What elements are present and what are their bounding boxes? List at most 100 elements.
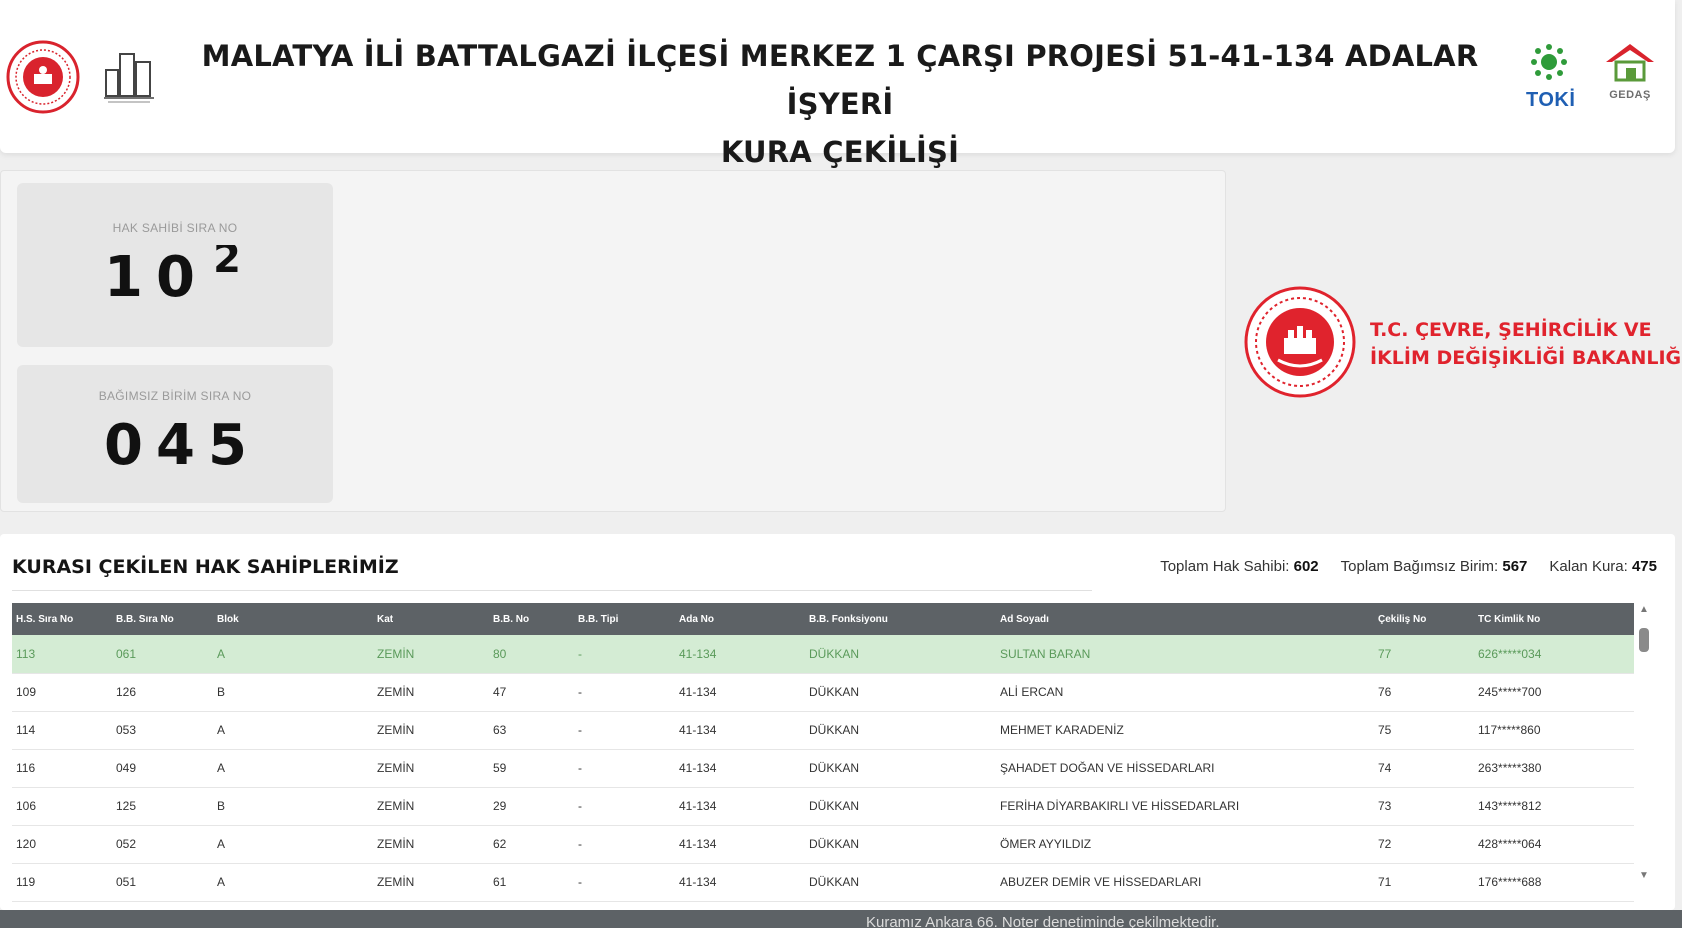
scroll-down-arrow-icon[interactable]: ▼ (1638, 870, 1650, 882)
column-header[interactable]: B.B. Tipi (574, 603, 675, 635)
gedas-label: GEDAŞ (1609, 89, 1651, 101)
table-cell: 61 (489, 863, 574, 902)
table-scrollbar[interactable]: ▲ ▼ (1636, 604, 1652, 882)
table-cell: - (574, 673, 675, 712)
table-cell: DÜKKAN (805, 711, 996, 750)
emblem-seal-icon (6, 40, 80, 114)
table-cell: A (213, 711, 373, 750)
ministry-name-line1: T.C. ÇEVRE, ŞEHİRCİLİK VE (1370, 319, 1652, 341)
table-cell: 41-134 (675, 673, 805, 712)
table-cell: A (213, 863, 373, 902)
results-table-container[interactable]: H.S. Sıra No B.B. Sıra No Blok Kat B.B. … (12, 603, 1634, 905)
table-cell: DÜKKAN (805, 673, 996, 712)
results-table: H.S. Sıra No B.B. Sıra No Blok Kat B.B. … (12, 603, 1634, 902)
column-header[interactable]: Çekiliş No (1374, 603, 1474, 635)
table-cell: DÜKKAN (805, 635, 996, 674)
table-row[interactable]: 106 125 B ZEMİN 29-41-134 DÜKKAN FERİHA DİYARB… (12, 787, 1634, 826)
table-cell: 116 (12, 749, 112, 788)
table-cell: FERİHA DİYARBAKIRLI VE HİSSEDARLARI (996, 787, 1374, 826)
stat-toplam-hak: Toplam Hak Sahibi: 602 (1160, 558, 1318, 575)
results-panel: KURASI ÇEKİLEN HAK SAHİPLERİMİZ Toplam H… (0, 534, 1675, 910)
table-cell: DÜKKAN (805, 863, 996, 902)
column-header[interactable]: B.B. No (489, 603, 574, 635)
table-cell: 41-134 (675, 787, 805, 826)
table-cell: 120 (12, 825, 112, 864)
ministry-name: T.C. ÇEVRE, ŞEHİRCİLİK VE İKLİM DEĞİŞİKL… (1370, 316, 1682, 372)
table-cell: 114 (12, 711, 112, 750)
table-cell: 049 (112, 749, 213, 788)
table-cell: DÜKKAN (805, 749, 996, 788)
table-cell: 126 (112, 673, 213, 712)
table-cell: - (574, 825, 675, 864)
table-cell: 63 (489, 711, 574, 750)
table-cell: - (574, 749, 675, 788)
table-cell: 117*****860 (1474, 711, 1634, 750)
table-cell: ZEMİN (373, 711, 489, 750)
table-cell: 176*****688 (1474, 863, 1634, 902)
table-cell: - (574, 863, 675, 902)
table-row[interactable]: 120 052 A ZEMİN 62-41-134 DÜKKAN ÖMER AYYILDIZ… (12, 825, 1634, 864)
table-cell: A (213, 825, 373, 864)
bagimsiz-birim-digits: 0 4 5 (17, 413, 333, 479)
table-row[interactable]: 109 126 B ZEMİN 47-41-134 DÜKKAN ALİ ERCAN 76 24… (12, 673, 1634, 712)
table-cell: 41-134 (675, 825, 805, 864)
table-cell: ÖMER AYYILDIZ (996, 825, 1374, 864)
table-cell: 626*****034 (1474, 635, 1634, 674)
stat-value: 567 (1502, 558, 1528, 575)
table-cell: ZEMİN (373, 863, 489, 902)
table-cell: 73 (1374, 787, 1474, 826)
table-cell: - (574, 711, 675, 750)
column-header[interactable]: Blok (213, 603, 373, 635)
draw-panel: HAK SAHİBİ SIRA NO 1 0 2 BAĞIMSIZ BİRİM … (0, 170, 1226, 512)
stats-summary: Toplam Hak Sahibi: 602 Toplam Bağımsız B… (1160, 558, 1657, 575)
counter-digit: 4 (156, 413, 194, 478)
bagimsiz-birim-label: BAĞIMSIZ BİRİM SIRA NO (98, 389, 252, 403)
table-cell: 29 (489, 787, 574, 826)
table-header-row: H.S. Sıra No B.B. Sıra No Blok Kat B.B. … (12, 603, 1634, 635)
table-cell: 109 (12, 673, 112, 712)
footer-text: Kuramız Ankara 66. Noter denetiminde çek… (866, 914, 1220, 928)
page-title-line2: KURA ÇEKİLİŞİ (720, 135, 960, 169)
table-cell: 80 (489, 635, 574, 674)
column-header[interactable]: H.S. Sıra No (12, 603, 112, 635)
table-cell: A (213, 749, 373, 788)
table-row[interactable]: 114 053 A ZEMİN 63-41-134 DÜKKAN MEHMET KARADE… (12, 711, 1634, 750)
page-header: MALATYA İLİ BATTALGAZİ İLÇESİ MERKEZ 1 Ç… (0, 0, 1675, 169)
results-divider (12, 590, 1092, 591)
table-cell: 59 (489, 749, 574, 788)
scroll-thumb[interactable] (1639, 628, 1649, 652)
table-row[interactable]: 116 049 A ZEMİN 59-41-134 DÜKKAN ŞAHADET DOĞAN… (12, 749, 1634, 788)
column-header[interactable]: Kat (373, 603, 489, 635)
table-cell: 106 (12, 787, 112, 826)
table-cell: 061 (112, 635, 213, 674)
column-header[interactable]: Ad Soyadı (996, 603, 1374, 635)
table-cell: 125 (112, 787, 213, 826)
column-header[interactable]: Ada No (675, 603, 805, 635)
stat-label: Toplam Hak Sahibi: (1160, 558, 1290, 575)
table-cell: 119 (12, 863, 112, 902)
gedas-logo: GEDAŞ (1600, 42, 1660, 110)
table-cell: 143*****812 (1474, 787, 1634, 826)
stat-kalan: Kalan Kura: 475 (1549, 558, 1657, 575)
table-row[interactable]: 113 061 A ZEMİN 80-41-134 DÜKKAN SULTAN BARAN 7… (12, 635, 1634, 674)
table-cell: 113 (12, 635, 112, 674)
hak-sahibi-label: HAK SAHİBİ SIRA NO (112, 221, 238, 235)
column-header[interactable]: TC Kimlik No (1474, 603, 1634, 635)
table-cell: 62 (489, 825, 574, 864)
counter-digit: 5 (208, 413, 246, 478)
column-header[interactable]: B.B. Fonksiyonu (805, 603, 996, 635)
counter-digit: 1 (104, 245, 142, 310)
table-cell: ALİ ERCAN (996, 673, 1374, 712)
table-row[interactable]: 119 051 A ZEMİN 61-41-134 DÜKKAN ABUZER DEMİR … (12, 863, 1634, 902)
table-cell: - (574, 635, 675, 674)
results-title: KURASI ÇEKİLEN HAK SAHİPLERİMİZ (12, 556, 399, 578)
table-cell: - (574, 787, 675, 826)
table-cell: MEHMET KARADENİZ (996, 711, 1374, 750)
table-cell: 41-134 (675, 635, 805, 674)
column-header[interactable]: B.B. Sıra No (112, 603, 213, 635)
counter-digit: 0 (156, 245, 194, 310)
table-cell: ZEMİN (373, 787, 489, 826)
house-icon (1606, 44, 1654, 82)
table-cell: 41-134 (675, 749, 805, 788)
scroll-up-arrow-icon[interactable]: ▲ (1638, 604, 1650, 616)
